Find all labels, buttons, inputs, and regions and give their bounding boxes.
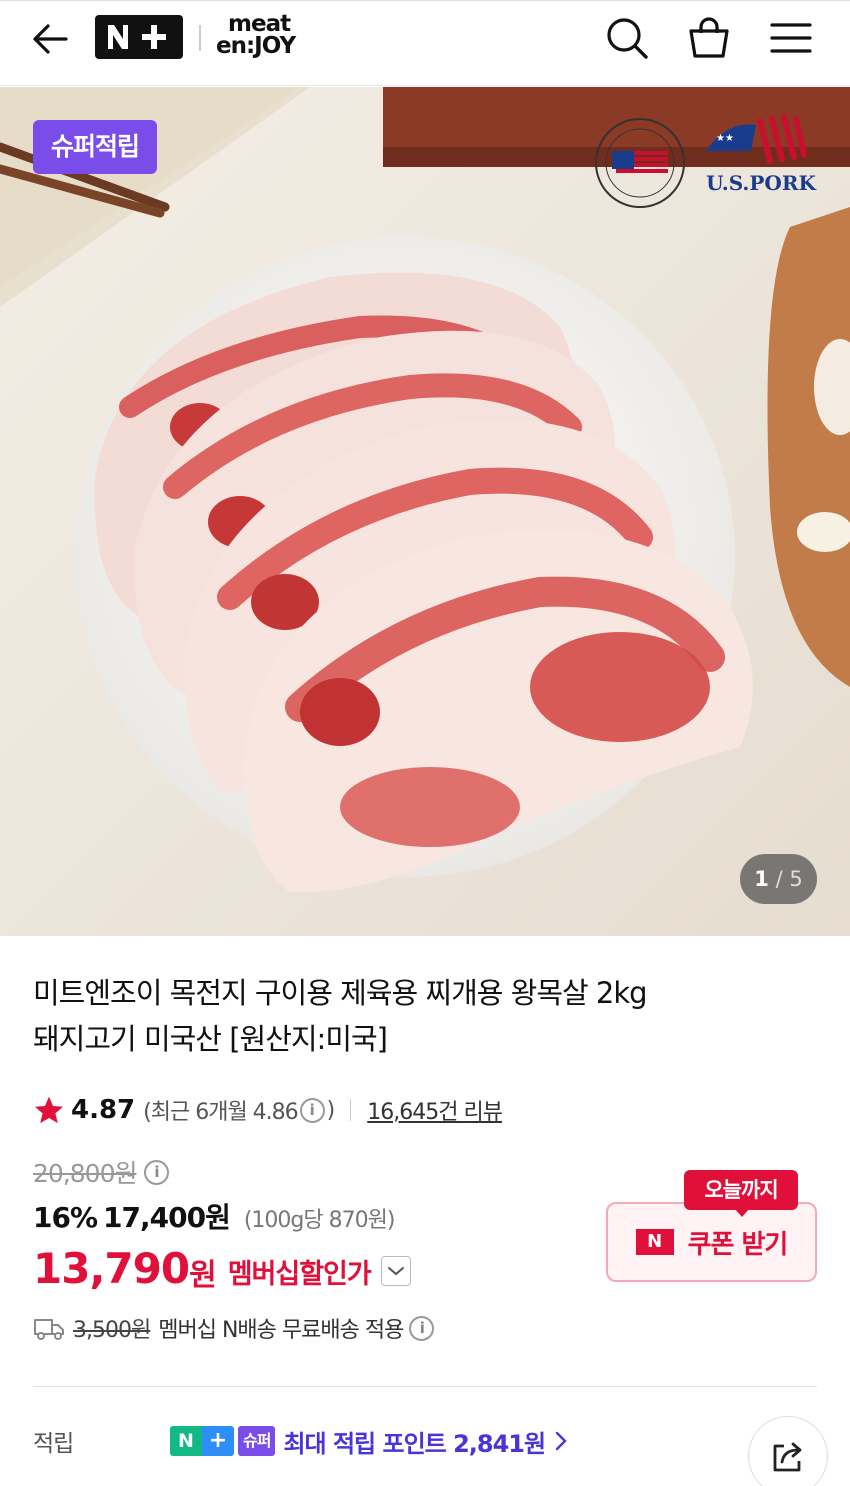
- points-label: 적립: [33, 1431, 74, 1457]
- nplus-logo[interactable]: [95, 15, 183, 59]
- uspork-logo-text: U.S.PORK: [706, 171, 816, 195]
- chevron-down-icon[interactable]: [380, 1256, 411, 1286]
- sale-price-row: 16% 17,400원 (100g당 870원): [33, 1196, 396, 1240]
- info-icon[interactable]: i: [299, 1097, 325, 1123]
- original-price: 20,800원: [33, 1159, 137, 1188]
- member-price: 13,790: [33, 1243, 190, 1293]
- share-button[interactable]: [748, 1416, 828, 1486]
- share-icon: [773, 1442, 802, 1472]
- member-price-label: 멤버십할인가: [227, 1258, 372, 1290]
- original-price-row: 20,800원 i: [33, 1152, 171, 1192]
- nplus-plus-badge: +: [202, 1426, 234, 1456]
- rating-value: 4.87: [71, 1095, 136, 1125]
- review-count-link[interactable]: 16,645건 리뷰: [367, 1094, 503, 1126]
- rating-row: 4.87 (최근 6개월 4.86 i ) 16,645건 리뷰: [33, 1090, 503, 1130]
- product-image-carousel[interactable]: 슈퍼적립 ★★ U.S.PORK 1 / 5: [0, 87, 850, 936]
- meat-enjoy-logo[interactable]: meat en:JOY: [216, 13, 316, 63]
- logo-divider: [199, 25, 201, 51]
- super-badge: 슈퍼: [238, 1426, 276, 1456]
- nplus-n-badge: N: [170, 1426, 202, 1456]
- chevron-right-icon[interactable]: [551, 1429, 571, 1453]
- image-separator: /: [775, 867, 790, 891]
- shipping-text: 멤버십 N배송 무료배송 적용: [158, 1318, 404, 1343]
- max-points-link[interactable]: 최대 적립 포인트 2,841원: [283, 1424, 546, 1459]
- svg-text:★★: ★★: [716, 133, 734, 144]
- member-price-row: 13,790 원 멤버십할인가: [33, 1240, 411, 1296]
- image-current-index: 1: [754, 867, 769, 891]
- truck-icon: [34, 1319, 64, 1340]
- coupon-download-button[interactable]: N 쿠폰 받기: [606, 1202, 817, 1282]
- section-divider: [33, 1386, 817, 1387]
- product-title: 미트엔조이 목전지 구이용 제육용 찌개용 왕목살 2kg 돼지고기 미국산 […: [33, 970, 793, 1062]
- shipping-info-icon[interactable]: i: [409, 1315, 435, 1341]
- today-only-tag: 오늘까지: [684, 1170, 798, 1217]
- product-title-line2: 돼지고기 미국산 [원산지:미국]: [33, 1022, 388, 1056]
- points-row: 적립 N + 슈퍼 최대 적립 포인트 2,841원: [33, 1420, 817, 1462]
- member-price-unit: 원: [189, 1258, 217, 1293]
- coupon-label: 쿠폰 받기: [687, 1229, 789, 1260]
- super-points-badge: 슈퍼적립: [33, 120, 158, 174]
- hamburger-menu-icon[interactable]: [768, 15, 814, 61]
- usmeat-federation-logo: [592, 115, 688, 211]
- meat-logo-line1: meat: [228, 11, 291, 37]
- recent-rating-close: ): [326, 1097, 336, 1123]
- meat-logo-line2: en:JOY: [216, 33, 296, 59]
- naver-n-icon: N: [635, 1229, 674, 1255]
- image-total-count: 5: [789, 867, 803, 891]
- top-header: meat en:JOY: [0, 0, 850, 86]
- star-icon: [35, 1096, 63, 1124]
- unit-price: (100g당 870원): [243, 1208, 396, 1233]
- back-arrow-icon[interactable]: [28, 17, 72, 61]
- product-title-line1: 미트엔조이 목전지 구이용 제육용 찌개용 왕목살 2kg: [33, 976, 648, 1010]
- discount-rate: 16%: [33, 1201, 98, 1234]
- pork-neck-photo: [0, 87, 850, 936]
- rating-divider: [350, 1099, 352, 1121]
- price-info-icon[interactable]: i: [144, 1159, 170, 1185]
- recent-rating: (최근 6개월 4.86: [143, 1100, 299, 1125]
- shopping-bag-icon[interactable]: [686, 15, 732, 61]
- search-icon[interactable]: [604, 15, 650, 61]
- shipping-row: 3,500원 멤버십 N배송 무료배송 적용 i: [33, 1310, 436, 1346]
- uspork-logo: ★★ U.S.PORK: [696, 111, 826, 201]
- image-page-counter: 1 / 5: [740, 854, 817, 904]
- original-shipping-fee: 3,500원: [73, 1318, 151, 1343]
- sale-price: 17,400원: [103, 1201, 231, 1234]
